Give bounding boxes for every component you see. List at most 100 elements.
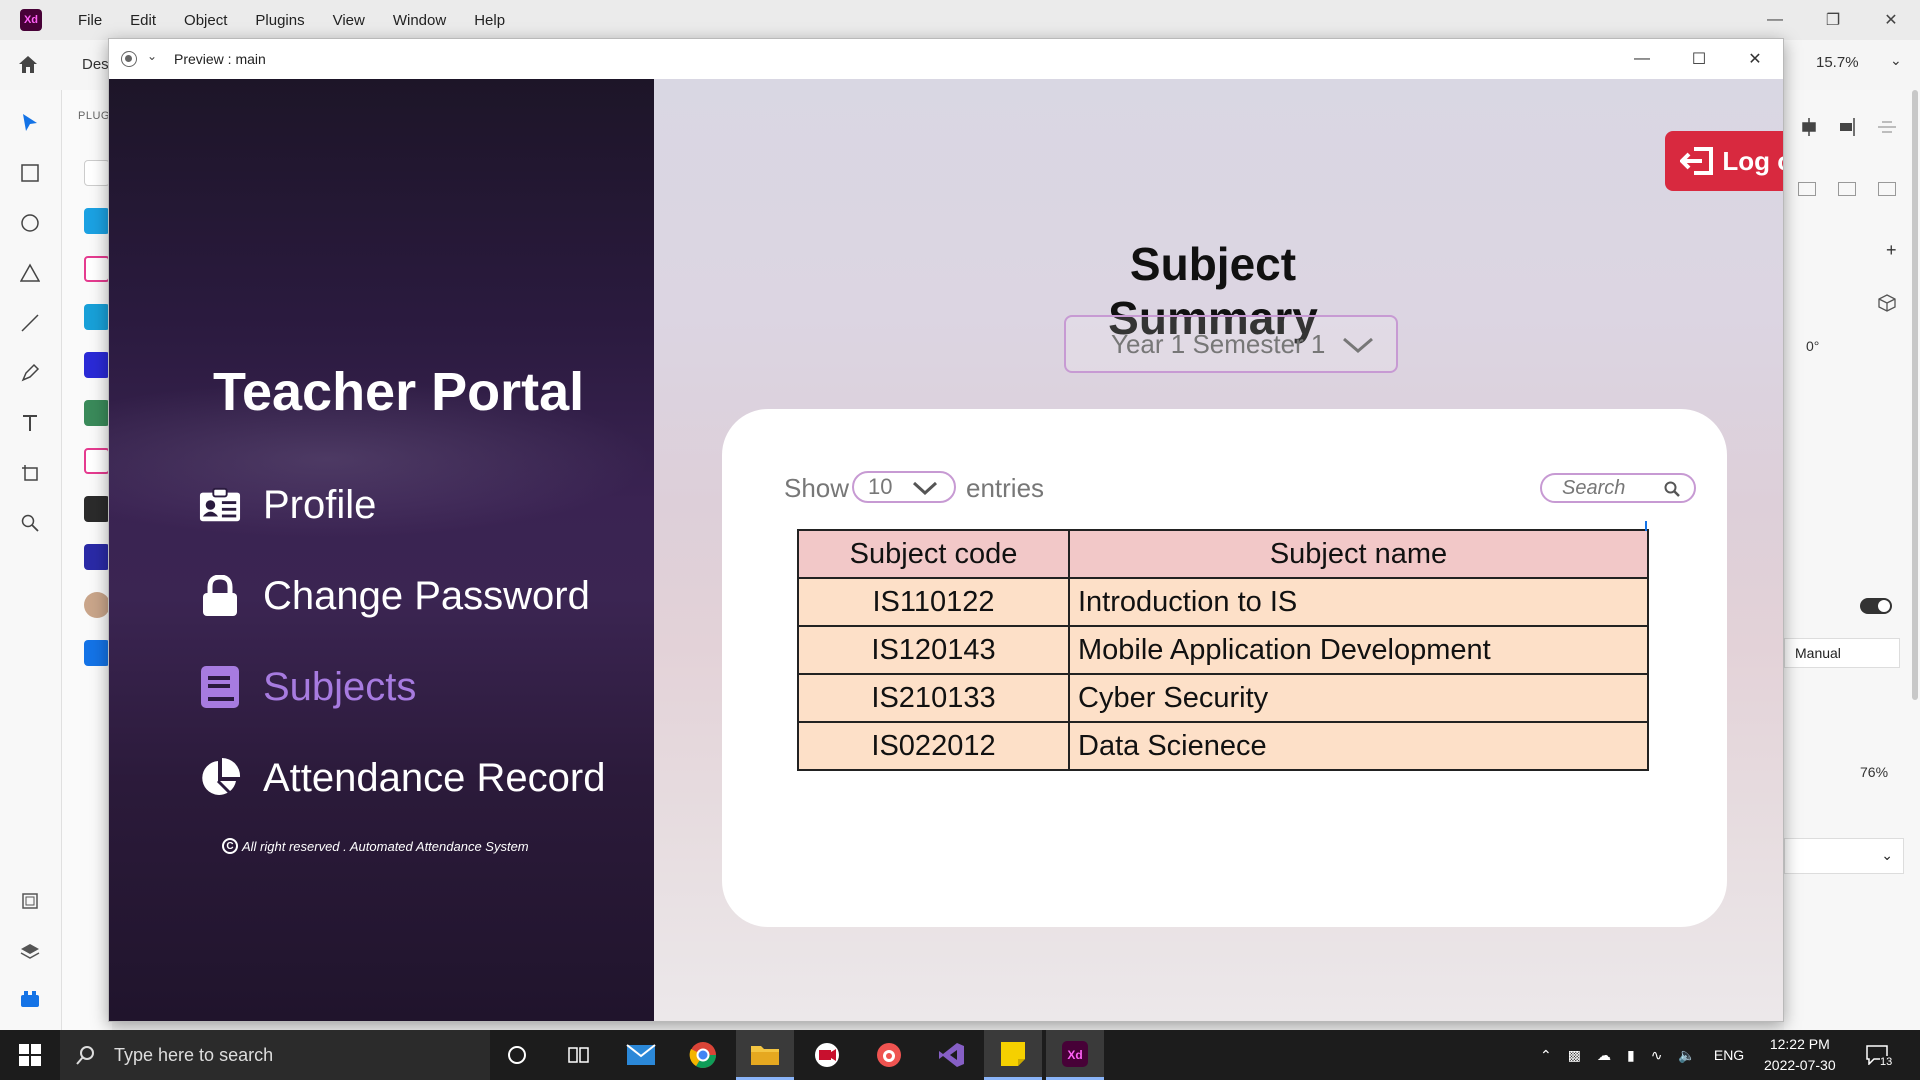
plugin-calendar-icon[interactable] [84, 208, 110, 234]
polygon-tool-icon[interactable] [19, 262, 41, 284]
selection-handle[interactable] [1645, 521, 1651, 531]
menu-view[interactable]: View [319, 12, 379, 29]
chrome-icon[interactable] [674, 1030, 732, 1080]
menu-plugins[interactable]: Plugins [241, 12, 318, 29]
artboard-main: Teacher Portal Profile Change Password S… [109, 79, 1783, 1021]
plugin-coffee-icon[interactable] [84, 400, 110, 426]
design-tab[interactable]: Des [82, 56, 109, 73]
preview-minimize-button[interactable]: — [1614, 39, 1670, 79]
plugin-lines-icon[interactable] [84, 160, 110, 186]
panel-scrollbar[interactable] [1912, 90, 1918, 700]
assets-icon[interactable] [19, 890, 41, 912]
align-center-icon[interactable] [1800, 118, 1818, 136]
language-indicator[interactable]: ENG [1714, 1047, 1744, 1063]
plugin-table-icon[interactable] [84, 448, 110, 474]
battery-icon[interactable]: ▮ [1627, 1047, 1635, 1064]
plugin-chart-icon[interactable] [84, 640, 110, 666]
menu-object[interactable]: Object [170, 12, 241, 29]
zoom-tool-icon[interactable] [19, 512, 41, 534]
column-header-subject-code[interactable]: Subject code [797, 529, 1070, 579]
table-row[interactable]: IS210133 Cyber Security [797, 673, 1649, 723]
preview-maximize-button[interactable]: ☐ [1671, 39, 1727, 79]
chevron-down-icon [1343, 337, 1373, 353]
boolean-subtract-icon[interactable] [1838, 182, 1856, 196]
subject-name-cell: Mobile Application Development [1068, 625, 1649, 675]
nav-item-profile[interactable]: Profile [199, 477, 376, 533]
home-icon[interactable] [16, 53, 40, 77]
chevron-down-icon[interactable]: ⌄ [147, 49, 157, 63]
select-tool-icon[interactable] [19, 112, 41, 134]
ellipse-tool-icon[interactable] [19, 212, 41, 234]
rectangle-tool-icon[interactable] [19, 162, 41, 184]
subject-code-cell: IS110122 [797, 577, 1070, 627]
nav-item-attendance-record[interactable]: Attendance Record [199, 750, 605, 806]
opacity-value[interactable]: 76% [1860, 764, 1888, 780]
notification-center-icon[interactable]: 13 [1866, 1030, 1893, 1080]
screen-recorder-icon[interactable] [798, 1030, 856, 1080]
plugin-grid-icon[interactable] [84, 352, 110, 378]
menu-help[interactable]: Help [460, 12, 519, 29]
system-tray: ⌃ ▩ ☁ ▮ ∿ 🔈 ENG [1540, 1030, 1744, 1080]
plugin-avatar-icon[interactable] [84, 592, 110, 618]
column-header-subject-name[interactable]: Subject name [1068, 529, 1649, 579]
restore-button[interactable]: ❐ [1804, 0, 1862, 40]
record-icon[interactable] [121, 51, 137, 67]
task-view-icon[interactable] [550, 1030, 608, 1080]
device-icon[interactable]: ▩ [1568, 1047, 1581, 1064]
wifi-icon[interactable]: ∿ [1651, 1047, 1663, 1064]
layers-icon[interactable] [19, 940, 41, 962]
mail-icon[interactable] [612, 1030, 670, 1080]
3d-cube-icon[interactable] [1878, 294, 1896, 312]
zoom-chevron-icon[interactable]: ⌄ [1890, 52, 1902, 69]
add-icon[interactable]: + [1886, 240, 1897, 261]
table-row[interactable]: IS110122 Introduction to IS [797, 577, 1649, 627]
boolean-add-icon[interactable] [1798, 182, 1816, 196]
show-hidden-icons-icon[interactable]: ⌃ [1540, 1047, 1552, 1064]
menu-file[interactable]: File [64, 12, 116, 29]
close-button[interactable]: ✕ [1862, 0, 1920, 40]
boolean-intersect-icon[interactable] [1878, 182, 1896, 196]
minimize-button[interactable]: — [1746, 0, 1804, 40]
text-tool-icon[interactable] [19, 412, 41, 434]
volume-icon[interactable]: 🔈 [1678, 1047, 1695, 1064]
plugin-search-icon[interactable] [84, 304, 110, 330]
camera-app-icon[interactable] [860, 1030, 918, 1080]
subject-code-cell: IS022012 [797, 721, 1070, 771]
sticky-notes-icon[interactable] [984, 1030, 1042, 1080]
nav-item-change-password[interactable]: Change Password [199, 568, 590, 624]
zoom-level[interactable]: 15.7% [1816, 54, 1859, 71]
pen-tool-icon[interactable] [19, 362, 41, 384]
artboard-tool-icon[interactable] [19, 462, 41, 484]
menu-edit[interactable]: Edit [116, 12, 170, 29]
logout-button[interactable]: Log out [1665, 131, 1783, 191]
windows-start-icon[interactable] [0, 1030, 60, 1080]
search-icon [1664, 481, 1680, 497]
resize-mode-field[interactable]: Manual [1784, 638, 1900, 668]
plugins-icon[interactable] [19, 988, 41, 1010]
plugin-list-icon[interactable] [84, 496, 110, 522]
taskbar-clock[interactable]: 12:22 PM 2022-07-30 [1764, 1034, 1836, 1076]
preview-close-button[interactable]: ✕ [1727, 39, 1783, 79]
menu-window[interactable]: Window [379, 12, 460, 29]
blend-mode-select[interactable]: ⌄ [1784, 838, 1904, 874]
table-row[interactable]: IS022012 Data Scienece [797, 721, 1649, 771]
onedrive-icon[interactable]: ☁ [1597, 1047, 1611, 1064]
line-tool-icon[interactable] [19, 312, 41, 334]
semester-select[interactable]: Year 1 Semester 1 [1064, 315, 1398, 373]
nav-item-subjects[interactable]: Subjects [199, 659, 416, 715]
file-explorer-icon[interactable] [736, 1030, 794, 1080]
plugin-swirl-icon[interactable] [84, 256, 110, 282]
visual-studio-icon[interactable] [922, 1030, 980, 1080]
taskbar-search-input[interactable]: Type here to search [60, 1030, 490, 1080]
rotation-value[interactable]: 0° [1806, 338, 1819, 354]
align-right-icon[interactable] [1838, 118, 1856, 136]
responsive-resize-toggle[interactable] [1860, 598, 1892, 614]
entries-select[interactable]: 10 [852, 471, 956, 503]
plugin-dots-icon[interactable] [84, 544, 110, 570]
search-input[interactable]: Search [1540, 473, 1696, 503]
distribute-icon[interactable] [1878, 118, 1896, 133]
cortana-icon[interactable] [488, 1030, 546, 1080]
subjects-table: Subject code Subject name IS110122 Intro… [797, 529, 1649, 771]
table-row[interactable]: IS120143 Mobile Application Development [797, 625, 1649, 675]
adobe-xd-icon[interactable]: Xd [1046, 1030, 1104, 1080]
